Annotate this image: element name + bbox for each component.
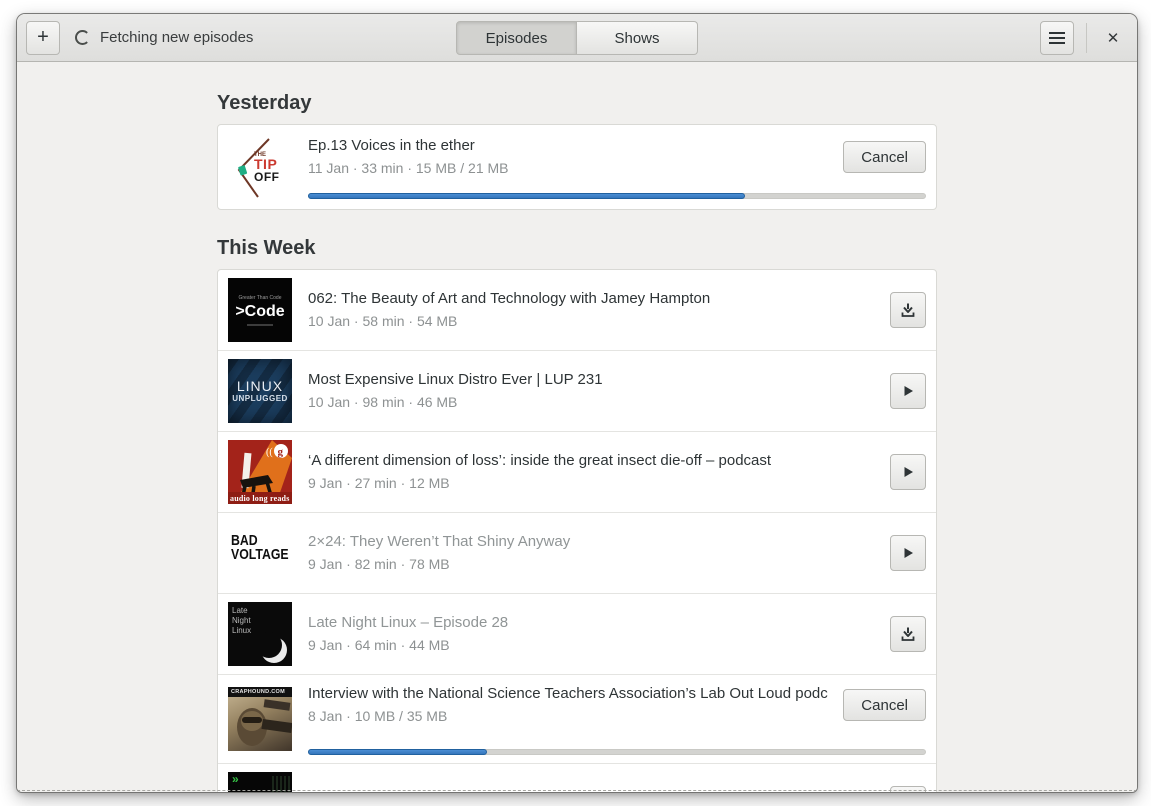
artwork-text: audio long reads <box>230 494 290 503</box>
episode-meta: 9 Jan · 27 min · 12 MB <box>308 475 450 491</box>
play-icon <box>904 467 913 477</box>
download-icon <box>901 627 915 641</box>
scroll-undershoot-indicator <box>17 790 1137 791</box>
episode-artwork-greater-than-code: Greater Than Code >Code <box>228 278 292 342</box>
cancel-download-button[interactable]: Cancel <box>843 141 926 173</box>
play-button[interactable] <box>890 535 926 571</box>
cancel-download-button[interactable]: Cancel <box>843 689 926 721</box>
episode-row[interactable]: (( g audio long reads ‘A different dimen… <box>218 431 936 512</box>
episode-title: Most Expensive Linux Distro Ever | LUP 2… <box>308 371 603 388</box>
menu-button[interactable] <box>1040 20 1074 55</box>
episode-title: ‘A different dimension of loss’: inside … <box>308 452 772 469</box>
download-button[interactable] <box>890 292 926 328</box>
episode-artwork-audio-long-reads: (( g audio long reads <box>228 440 292 504</box>
section-title-yesterday: Yesterday <box>217 92 312 114</box>
add-podcast-button[interactable]: + <box>26 20 60 55</box>
episode-artwork-irl: » IRL <box>228 772 292 792</box>
tab-episodes[interactable]: Episodes <box>456 21 577 55</box>
episode-meta: 9 Jan · 64 min · 44 MB <box>308 637 450 653</box>
artwork-text: UNPLUGGED <box>232 394 288 403</box>
play-icon <box>904 386 913 396</box>
svg-text:g: g <box>278 446 284 458</box>
plus-icon: + <box>37 25 49 48</box>
episode-row[interactable]: Late Night Linux Late Night Linux – Epis… <box>218 593 936 674</box>
episode-card-this-week: Greater Than Code >Code 062: The Beauty … <box>217 269 937 792</box>
episode-row[interactable]: BAD VOLTAGE 2×24: They Weren’t That Shin… <box>218 512 936 593</box>
app-window: + Fetching new episodes Episodes Shows ✕… <box>17 14 1137 792</box>
window-close-button[interactable]: ✕ <box>1098 23 1128 53</box>
play-button[interactable] <box>890 454 926 490</box>
episode-meta: 8 Jan · 10 MB / 35 MB <box>308 708 448 724</box>
download-button[interactable] <box>890 786 926 792</box>
episode-artwork-late-night-linux: Late Night Linux <box>228 602 292 666</box>
episode-title: Late Night Linux – Episode 28 <box>308 614 509 631</box>
play-button[interactable] <box>890 373 926 409</box>
artwork-text: Greater Than Code <box>238 294 282 301</box>
episode-card-yesterday: THE TIP OFF Ep.13 Voices in the ether 11… <box>217 124 937 210</box>
section-title-this-week: This Week <box>217 237 316 259</box>
artwork-text: OFF <box>254 170 280 184</box>
tab-shows[interactable]: Shows <box>577 21 698 55</box>
episode-title: 2×24: They Weren’t That Shiny Anyway <box>308 533 571 550</box>
download-icon <box>901 303 915 317</box>
play-icon <box>904 548 913 558</box>
svg-text:((: (( <box>266 447 273 458</box>
download-progressbar <box>308 749 926 755</box>
episode-title: Ep.13 Voices in the ether <box>308 137 475 154</box>
episode-row[interactable]: THE TIP OFF Ep.13 Voices in the ether 11… <box>218 125 936 209</box>
episode-meta: 9 Jan · 82 min · 78 MB <box>308 556 450 572</box>
artwork-text: >Code <box>235 302 285 320</box>
episodes-scroll-area[interactable]: Yesterday THE TIP OFF Ep.13 Voices in th… <box>17 62 1137 792</box>
episode-title: 062: The Beauty of Art and Technology wi… <box>308 290 711 307</box>
artwork-text: CRAPHOUND.COM <box>231 689 286 695</box>
artwork-text: VOLTAGE <box>231 546 289 563</box>
episode-meta: 11 Jan · 33 min · 15 MB / 21 MB <box>308 160 509 176</box>
episode-row[interactable]: Greater Than Code >Code 062: The Beauty … <box>218 270 936 350</box>
header-separator <box>1086 22 1087 53</box>
episode-meta: 10 Jan · 58 min · 54 MB <box>308 313 458 329</box>
episode-row[interactable]: CRAPHOUND.COM Interview with the Nationa… <box>218 674 936 763</box>
episode-artwork-craphound: CRAPHOUND.COM <box>228 687 292 751</box>
episode-artwork-bad-voltage: BAD VOLTAGE <box>228 521 292 585</box>
loading-spinner-icon <box>75 30 90 45</box>
download-progress-fill <box>308 749 487 755</box>
header-bar: + Fetching new episodes Episodes Shows ✕ <box>17 14 1137 62</box>
view-switcher: Episodes Shows <box>456 21 698 55</box>
artwork-text: LINUX <box>236 378 284 394</box>
download-button[interactable] <box>890 616 926 652</box>
artwork-banner: CRAPHOUND.COM <box>228 687 292 697</box>
hamburger-icon <box>1049 36 1065 39</box>
episode-meta: 10 Jan · 98 min · 46 MB <box>308 394 458 410</box>
status-text: Fetching new episodes <box>100 29 254 46</box>
download-progress-fill <box>308 193 746 199</box>
artwork-text: » <box>232 772 239 786</box>
episode-row[interactable]: LINUX UNPLUGGED Most Expensive Linux Dis… <box>218 350 936 431</box>
episode-row[interactable]: » IRL Bot or Not <box>218 763 936 792</box>
header-right-controls: ✕ <box>1040 20 1128 55</box>
close-icon: ✕ <box>1106 29 1120 47</box>
episode-title: Interview with the National Science Teac… <box>308 685 830 702</box>
episode-artwork-linux-unplugged: LINUX UNPLUGGED <box>228 359 292 423</box>
episode-artwork-the-tip-off: THE TIP OFF <box>228 135 292 199</box>
download-progressbar <box>308 193 926 199</box>
